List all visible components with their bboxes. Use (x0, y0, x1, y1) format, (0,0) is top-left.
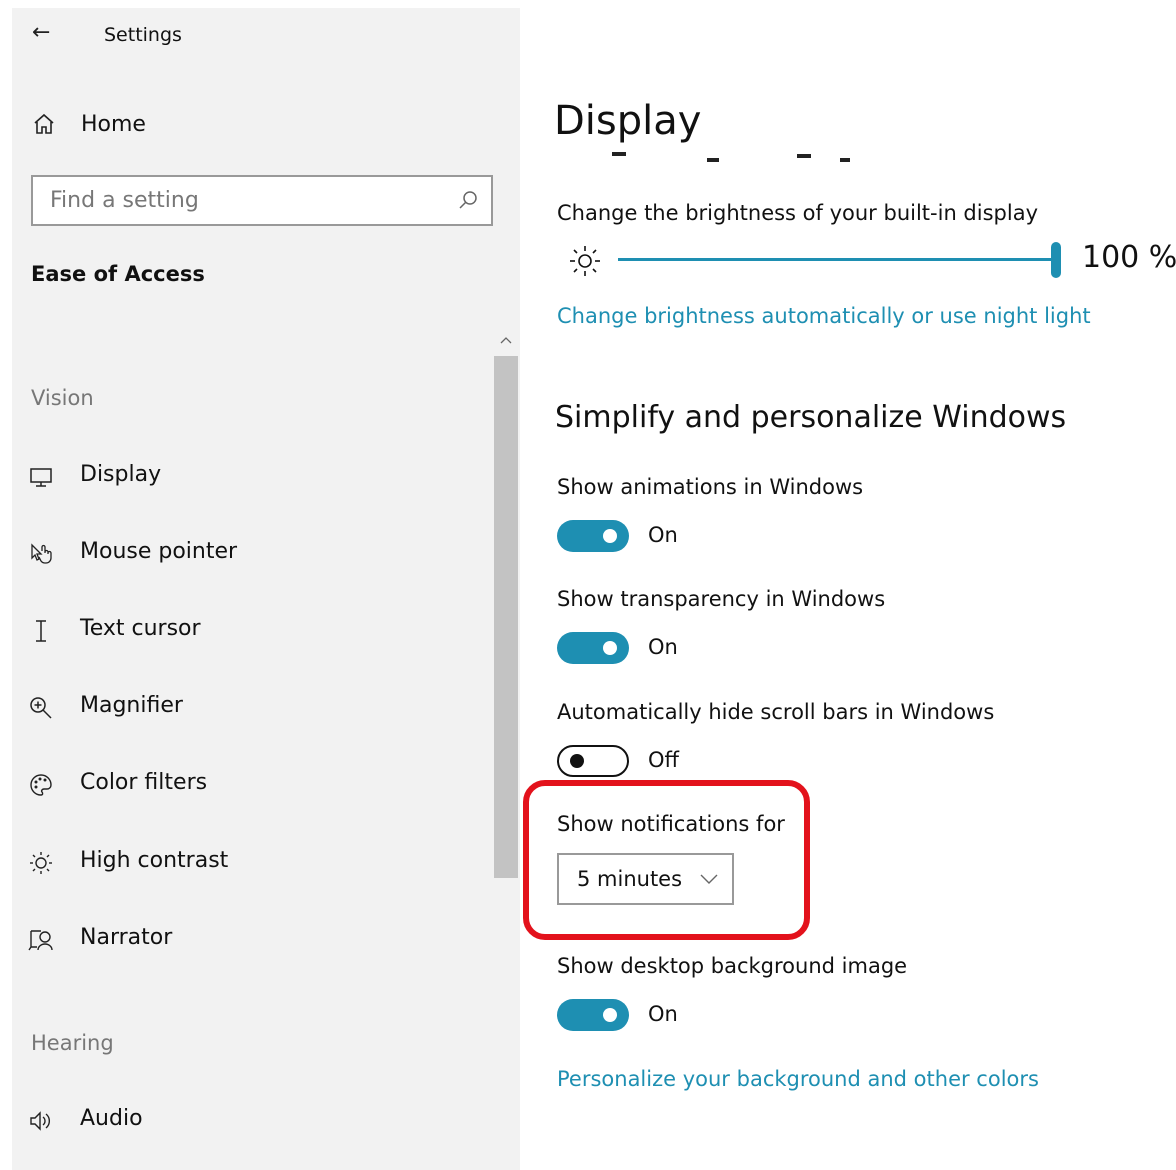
sidebar-item-label: Display (80, 462, 162, 487)
transparency-label: Show transparency in Windows (557, 587, 886, 611)
brightness-slider-track[interactable] (618, 258, 1058, 261)
main-content: Display Change the brightness of your bu… (520, 0, 1176, 1170)
sidebar-item-label: High contrast (80, 848, 229, 873)
brightness-value: 100 % (1082, 240, 1176, 275)
back-arrow-icon[interactable]: ← (32, 20, 50, 45)
scrollbars-toggle[interactable] (557, 745, 629, 777)
page-title: Display (554, 98, 702, 144)
narrator-icon (28, 930, 53, 951)
group-label-hearing: Hearing (31, 1031, 114, 1055)
scrollbars-label: Automatically hide scroll bars in Window… (557, 700, 995, 724)
section-title: Ease of Access (31, 262, 205, 286)
speaker-icon (30, 1111, 50, 1131)
animations-toggle[interactable] (557, 520, 629, 552)
sidebar-item-text-cursor[interactable]: Text cursor (28, 616, 488, 656)
sidebar-item-label: Audio (80, 1106, 143, 1131)
sidebar-item-label: Narrator (80, 925, 173, 950)
app-title: Settings (104, 24, 182, 46)
sidebar-scrollbar[interactable] (494, 330, 518, 1170)
notifications-label: Show notifications for (557, 812, 785, 836)
sidebar-item-label: Color filters (80, 770, 208, 795)
contrast-sun-icon (30, 852, 52, 874)
search-placeholder: Find a setting (50, 188, 199, 213)
settings-window: ← Settings Home Find a setting Ease of A… (0, 0, 1176, 1170)
search-input[interactable]: Find a setting (31, 175, 493, 226)
palette-icon (30, 774, 52, 796)
sidebar-item-narrator[interactable]: Narrator (28, 925, 488, 965)
group-label-vision: Vision (31, 386, 94, 410)
home-link[interactable]: Home (81, 112, 146, 137)
scrollbar-thumb[interactable] (494, 356, 518, 878)
sidebar-item-magnifier[interactable]: Magnifier (28, 693, 488, 733)
transparency-state: On (648, 635, 678, 659)
text-cursor-icon (36, 620, 46, 642)
personalize-link[interactable]: Personalize your background and other co… (557, 1067, 1039, 1091)
toggle-knob (603, 1008, 617, 1022)
night-light-link[interactable]: Change brightness automatically or use n… (557, 304, 1091, 328)
search-icon[interactable] (457, 189, 479, 211)
sidebar-item-audio[interactable]: Audio (28, 1106, 488, 1146)
toggle-knob (603, 529, 617, 543)
toggle-knob (603, 641, 617, 655)
brightness-label: Change the brightness of your built-in d… (557, 201, 1038, 225)
pointer-icon (31, 543, 52, 564)
animations-state: On (648, 523, 678, 547)
sidebar: ← Settings Home Find a setting Ease of A… (12, 8, 520, 1170)
desktop-background-toggle[interactable] (557, 999, 629, 1031)
section-heading: Simplify and personalize Windows (555, 400, 1067, 435)
desktop-background-state: On (648, 1002, 678, 1026)
toggle-knob (570, 754, 584, 768)
transparency-toggle[interactable] (557, 632, 629, 664)
monitor-icon (30, 468, 52, 487)
desktop-background-label: Show desktop background image (557, 954, 908, 978)
brightness-slider-thumb[interactable] (1051, 242, 1061, 278)
sidebar-item-label: Text cursor (80, 616, 201, 641)
sidebar-item-color-filters[interactable]: Color filters (28, 770, 488, 810)
notifications-duration-select[interactable]: 5 minutes (557, 853, 734, 905)
scrollbars-state: Off (648, 748, 679, 772)
select-value: 5 minutes (577, 867, 683, 891)
sidebar-item-label: Magnifier (80, 693, 183, 718)
sidebar-item-display[interactable]: Display (28, 462, 488, 502)
sidebar-item-label: Mouse pointer (80, 539, 238, 564)
sun-icon (570, 246, 600, 276)
sidebar-item-high-contrast[interactable]: High contrast (28, 848, 488, 888)
chevron-up-icon[interactable] (499, 334, 513, 348)
magnifier-icon (30, 697, 52, 719)
sidebar-item-mouse-pointer[interactable]: Mouse pointer (28, 539, 488, 579)
animations-label: Show animations in Windows (557, 475, 864, 499)
home-icon (34, 113, 54, 134)
clipped-text-fragment (612, 152, 850, 162)
chevron-down-icon (700, 874, 718, 884)
